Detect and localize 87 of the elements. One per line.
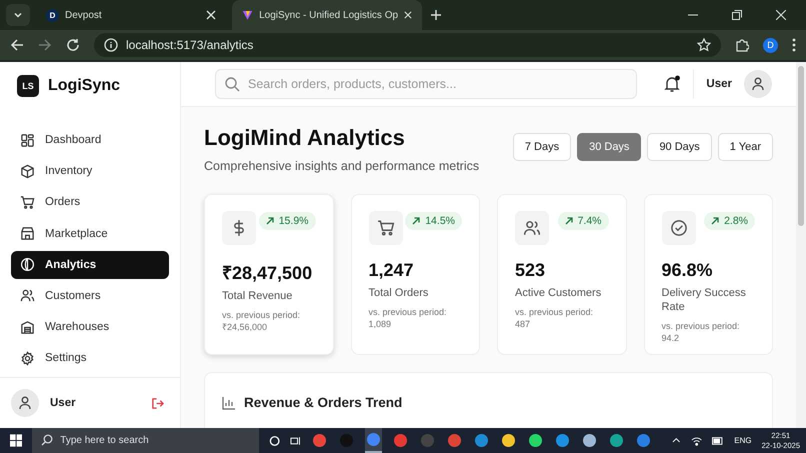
scrollbar[interactable] xyxy=(796,62,806,428)
close-icon[interactable] xyxy=(404,10,412,20)
nav-item[interactable]: Settings xyxy=(11,344,169,372)
users-icon xyxy=(515,211,549,246)
nav-item[interactable]: Dashboard xyxy=(11,126,169,154)
metric-value: 1,247 xyxy=(368,260,415,282)
language-indicator[interactable]: ENG xyxy=(734,436,752,445)
restore-icon[interactable] xyxy=(732,10,742,20)
warehouse-icon xyxy=(20,320,35,335)
star-icon[interactable] xyxy=(697,38,711,52)
tab-title: Devpost xyxy=(65,10,103,20)
nav-item[interactable]: Analytics xyxy=(11,250,169,279)
app-icon[interactable] xyxy=(365,428,382,453)
globe-icon xyxy=(20,257,35,272)
tab-list-button[interactable] xyxy=(6,4,30,26)
metric-label: Active Customers xyxy=(515,286,602,300)
logo-mark: LS xyxy=(17,75,39,97)
settings-icon xyxy=(20,350,35,366)
metric-label: Delivery Success Rate xyxy=(662,286,747,314)
nav-item[interactable]: Customers xyxy=(11,282,169,310)
previous-period-text: vs. previous period: 487 xyxy=(515,306,594,330)
dollar-icon xyxy=(222,211,256,246)
box-icon xyxy=(20,164,35,179)
puzzle-icon[interactable] xyxy=(735,38,749,52)
change-badge: 2.8% xyxy=(704,212,755,230)
range-button[interactable]: 1 Year xyxy=(718,133,773,161)
nav-item[interactable]: Marketplace xyxy=(11,220,169,248)
logout-icon[interactable] xyxy=(151,396,164,410)
metric-value: ₹28,47,500 xyxy=(222,262,314,284)
range-button[interactable]: 7 Days xyxy=(512,133,572,161)
previous-period-text: vs. previous period: 1,089 xyxy=(368,306,448,330)
nav-item[interactable]: Warehouses xyxy=(11,313,169,342)
chevron-down-icon xyxy=(13,10,23,20)
new-tab-icon[interactable] xyxy=(430,9,442,21)
metric-label: Total Orders xyxy=(368,286,430,300)
metric-label: Total Revenue xyxy=(222,289,294,304)
cart-icon xyxy=(368,211,402,246)
previous-period-text: vs. previous period: ₹24,56,000 xyxy=(222,309,302,334)
previous-period-text: vs. previous period: 94.2 xyxy=(662,320,741,344)
url-text: localhost:5173/analytics xyxy=(126,38,254,52)
user-avatar[interactable] xyxy=(744,70,772,98)
users-icon xyxy=(20,288,35,304)
search-icon xyxy=(41,434,54,446)
close-icon[interactable] xyxy=(776,10,786,20)
windows-logo-icon[interactable] xyxy=(10,434,22,447)
metric-value: 96.8% xyxy=(662,260,714,282)
store-icon xyxy=(20,226,35,242)
close-icon[interactable] xyxy=(206,10,216,20)
page-subtitle: Comprehensive insights and performance metrics xyxy=(204,159,480,173)
profile-avatar[interactable]: D xyxy=(763,38,778,52)
user-name: User xyxy=(706,78,732,90)
address-bar[interactable]: localhost:5173/analytics xyxy=(94,33,721,57)
app-name: LogiSync xyxy=(48,77,120,95)
range-button[interactable]: 30 Days xyxy=(577,133,642,161)
change-badge: 7.4% xyxy=(558,212,608,230)
user-avatar xyxy=(11,389,39,417)
change-badge: 15.9% xyxy=(258,212,316,230)
tab-title: LogiSync - Unified Logistics Op xyxy=(259,10,398,20)
chevron-up-icon[interactable] xyxy=(672,436,681,445)
cart-icon xyxy=(20,194,35,210)
taskbar-search-field[interactable]: Type here to search xyxy=(32,428,259,453)
browser-tab[interactable]: D Devpost xyxy=(36,0,226,30)
site-favicon: D xyxy=(46,8,59,22)
task-view-icon[interactable] xyxy=(268,434,280,446)
nav-item[interactable]: Inventory xyxy=(11,157,169,186)
change-badge: 14.5% xyxy=(405,212,462,230)
triangle-logo-icon xyxy=(242,8,254,22)
more-icon[interactable] xyxy=(792,38,796,52)
reload-icon[interactable] xyxy=(66,38,80,52)
battery-icon[interactable] xyxy=(712,436,724,444)
range-button[interactable]: 90 Days xyxy=(647,133,712,161)
user-name: User xyxy=(50,397,77,409)
grid-icon xyxy=(20,132,35,148)
info-icon xyxy=(104,38,118,52)
timeline-icon[interactable] xyxy=(290,434,302,446)
browser-tab[interactable]: LogiSync - Unified Logistics Op xyxy=(232,0,422,30)
page-title: LogiMind Analytics xyxy=(204,125,406,151)
metric-value: 523 xyxy=(515,260,546,282)
search-field[interactable]: Search orders, products, customers... xyxy=(215,69,638,99)
back-icon[interactable] xyxy=(10,38,24,52)
section-title: Revenue & Orders Trend xyxy=(244,395,402,410)
bar-chart-icon xyxy=(222,396,236,410)
nav-item[interactable]: Orders xyxy=(11,188,169,216)
wifi-icon[interactable] xyxy=(690,436,702,446)
notification-bell-icon[interactable] xyxy=(663,75,682,93)
forward-icon[interactable] xyxy=(38,38,52,52)
search-icon xyxy=(224,76,240,92)
